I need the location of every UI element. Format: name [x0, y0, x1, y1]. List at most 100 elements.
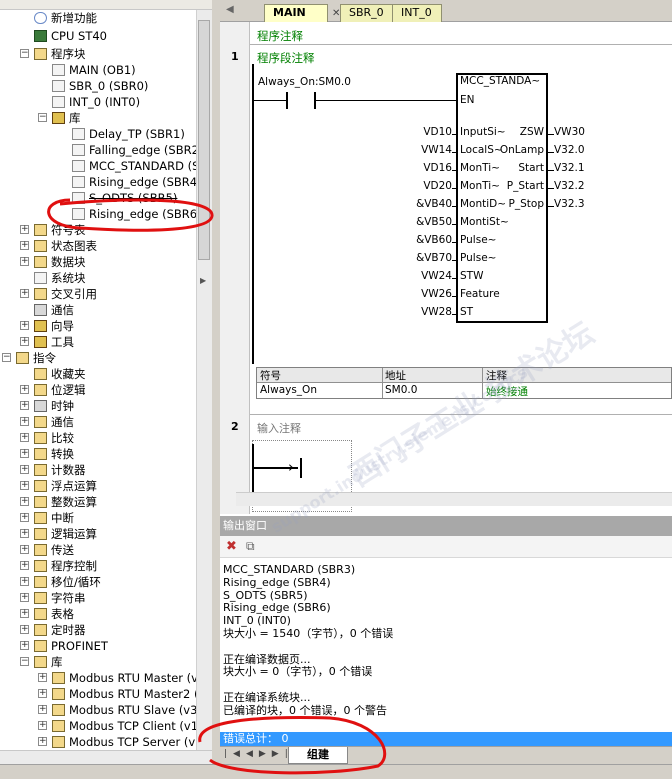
expand-icon[interactable]: + — [20, 337, 29, 346]
collapse-icon[interactable]: − — [20, 49, 29, 58]
expand-icon[interactable]: + — [38, 705, 47, 714]
expand-icon[interactable]: + — [20, 401, 29, 410]
expand-icon[interactable]: + — [20, 481, 29, 490]
collapse-arrow-icon[interactable]: ▶ — [200, 276, 212, 288]
output-operand[interactable]: V32.1 — [554, 162, 585, 174]
input-operand[interactable]: &VB70 — [392, 252, 452, 264]
expand-icon[interactable]: + — [20, 385, 29, 394]
tree-item[interactable]: + 转换 — [20, 446, 74, 462]
tab-main[interactable]: MAIN — [264, 4, 328, 22]
input-operand[interactable]: VW14 — [392, 144, 452, 156]
tree-item[interactable]: INT_0 (INT0) — [52, 94, 140, 110]
output-operand[interactable]: V32.0 — [554, 144, 585, 156]
expand-icon[interactable]: + — [20, 545, 29, 554]
output-summary-line[interactable]: 错误总计： 0 — [220, 732, 672, 746]
tree-item[interactable]: + 比较 — [20, 430, 74, 446]
expand-icon[interactable]: + — [20, 609, 29, 618]
tree-item[interactable]: 通信 — [34, 302, 74, 318]
tree-horizontal-scrollbar[interactable] — [0, 750, 212, 764]
tree-item[interactable]: + 位逻辑 — [20, 382, 86, 398]
tree-item[interactable]: + 通信 — [20, 414, 74, 430]
network-comment-placeholder[interactable]: 输入注释 — [257, 420, 301, 436]
expand-icon[interactable]: + — [20, 625, 29, 634]
output-operand[interactable]: V32.3 — [554, 198, 585, 210]
tree-item[interactable]: + 中断 — [20, 510, 74, 526]
tree-item[interactable]: + 逻辑运算 — [20, 526, 97, 542]
tree-item[interactable]: + 字符串 — [20, 590, 86, 606]
tree-item[interactable]: + 定时器 — [20, 622, 86, 638]
expand-icon[interactable]: + — [20, 257, 29, 266]
program-comment[interactable]: 程序注释 — [257, 28, 303, 44]
tree-item[interactable]: + 数据块 — [20, 254, 86, 270]
expand-icon[interactable]: + — [20, 577, 29, 586]
tree-item[interactable]: + 传送 — [20, 542, 74, 558]
collapse-icon[interactable]: − — [2, 353, 11, 362]
collapse-icon[interactable]: − — [38, 113, 47, 122]
expand-icon[interactable]: + — [20, 529, 29, 538]
tree-item[interactable]: Delay_TP (SBR1) — [72, 126, 185, 142]
tree-item[interactable]: − 库 — [38, 110, 81, 126]
expand-icon[interactable]: + — [20, 593, 29, 602]
tab-nav-arrows-icon[interactable]: |◀◀▶▶| — [224, 749, 294, 759]
tab-int0[interactable]: INT_0 — [392, 4, 442, 22]
tree-item[interactable]: + 状态图表 — [20, 238, 97, 254]
tree-item[interactable]: + 向导 — [20, 318, 74, 334]
collapse-icon[interactable]: − — [20, 657, 29, 666]
tree-item[interactable]: Rising_edge (SBR4) — [72, 174, 202, 190]
tree-item[interactable]: Falling_edge (SBR2) — [72, 142, 203, 158]
clear-icon[interactable]: ✖ — [226, 539, 237, 554]
expand-icon[interactable]: + — [20, 641, 29, 650]
tree-item[interactable]: + Modbus TCP Server (v1.0 — [38, 734, 213, 750]
tree-item[interactable]: + 移位/循环 — [20, 574, 101, 590]
tree-item[interactable]: MCC_STANDARD (SB — [72, 158, 207, 174]
expand-icon[interactable]: + — [38, 721, 47, 730]
expand-icon[interactable]: + — [38, 737, 47, 746]
expand-icon[interactable]: + — [20, 513, 29, 522]
expand-icon[interactable]: + — [20, 417, 29, 426]
input-operand[interactable]: VW28 — [392, 306, 452, 318]
tree-item[interactable]: + 整数运算 — [20, 494, 97, 510]
tree-item[interactable]: + 交叉引用 — [20, 286, 97, 302]
input-operand[interactable]: VW26 — [392, 288, 452, 300]
tree-item[interactable]: 收藏夹 — [34, 366, 86, 382]
tree-item[interactable]: + Modbus TCP Client (v1.4) — [38, 718, 213, 734]
tree-item[interactable]: − 库 — [20, 654, 63, 670]
tree-item[interactable]: 系统块 — [34, 270, 86, 286]
input-operand[interactable]: VD10 — [392, 126, 452, 138]
tree-scroll-thumb[interactable] — [198, 20, 210, 260]
tab-sbr0[interactable]: SBR_0 — [340, 4, 394, 22]
tree-item[interactable]: + Modbus RTU Slave (v3.1) — [38, 702, 213, 718]
tree-item[interactable]: CPU ST40 — [34, 28, 107, 44]
tree-item[interactable]: + 工具 — [20, 334, 74, 350]
editor-horizontal-scrollbar[interactable] — [236, 492, 672, 506]
tree-item[interactable]: + Modbus RTU Master (v2.0 — [38, 670, 216, 686]
tree-item[interactable]: MAIN (OB1) — [52, 62, 136, 78]
input-operand[interactable]: &VB50 — [392, 216, 452, 228]
expand-icon[interactable]: + — [38, 689, 47, 698]
input-operand[interactable]: VD16 — [392, 162, 452, 174]
expand-icon[interactable]: + — [38, 673, 47, 682]
input-operand[interactable]: VD20 — [392, 180, 452, 192]
network-comment[interactable]: 程序段注释 — [257, 50, 315, 66]
tree-item[interactable]: − 指令 — [2, 350, 56, 366]
tree-item[interactable]: + 符号表 — [20, 222, 86, 238]
expand-icon[interactable]: + — [20, 497, 29, 506]
tree-item[interactable]: S_ODTS (SBR5) — [72, 190, 177, 206]
copy-icon[interactable]: ⧉ — [246, 539, 255, 554]
tree-item[interactable]: + 表格 — [20, 606, 74, 622]
tab-scroll-left-icon[interactable]: ◀ — [226, 4, 234, 15]
expand-icon[interactable]: + — [20, 465, 29, 474]
expand-icon[interactable]: + — [20, 433, 29, 442]
tree-item[interactable]: + 程序控制 — [20, 558, 97, 574]
panel-splitter[interactable] — [212, 0, 220, 764]
tree-item[interactable]: + Modbus RTU Master2 (v2. — [38, 686, 216, 702]
output-operand[interactable]: VW30 — [554, 126, 585, 138]
tree-item[interactable]: − 程序块 — [20, 46, 86, 62]
tree-item[interactable]: + 计数器 — [20, 462, 86, 478]
tab-build[interactable]: 组建 — [288, 747, 348, 764]
expand-icon[interactable]: + — [20, 321, 29, 330]
expand-icon[interactable]: + — [20, 449, 29, 458]
expand-icon[interactable]: + — [20, 241, 29, 250]
expand-icon[interactable]: + — [20, 561, 29, 570]
input-operand[interactable]: VW24 — [392, 270, 452, 282]
